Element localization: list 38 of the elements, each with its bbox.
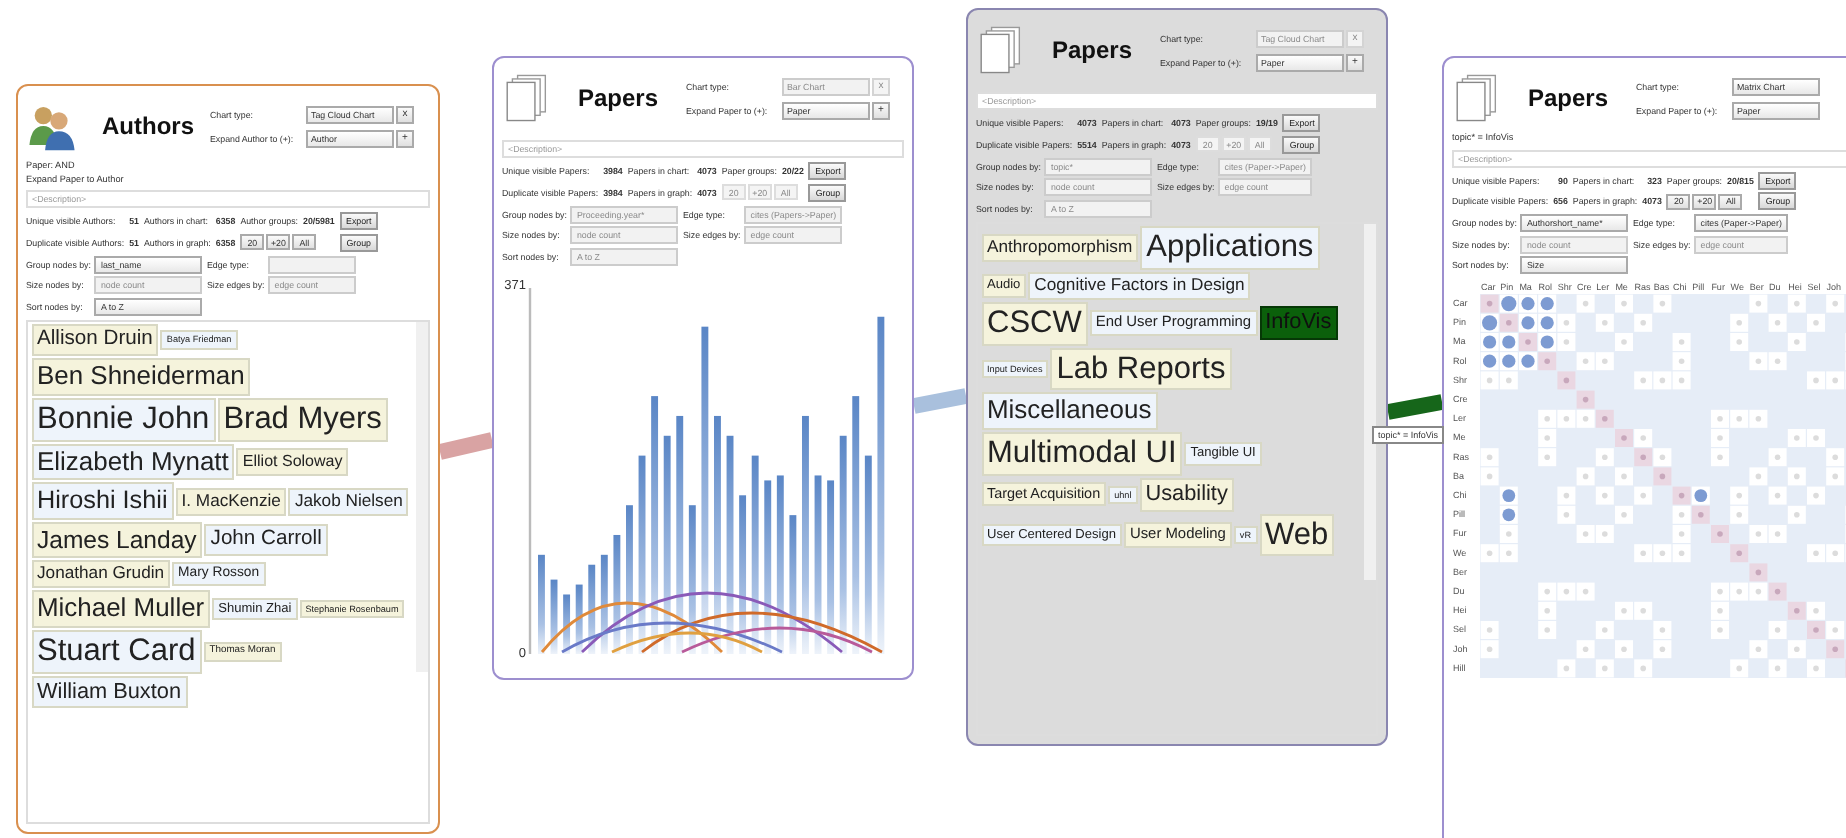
tag[interactable]: William Buxton	[31, 675, 188, 709]
scrollbar[interactable]	[416, 321, 428, 672]
tag[interactable]: Stuart Card	[31, 629, 202, 674]
bar	[600, 553, 608, 653]
tag[interactable]: Allison Druin	[31, 324, 159, 356]
panel-title: Papers	[578, 84, 661, 112]
bar	[538, 553, 545, 653]
tag[interactable]: Michael Muller	[31, 589, 211, 628]
panel-title: Authors	[102, 112, 196, 140]
tag[interactable]: Miscellaneous	[981, 392, 1158, 431]
panel-title: Papers	[1528, 84, 1611, 112]
tag[interactable]: Web	[1259, 513, 1335, 557]
tag[interactable]: Jakob Nielsen	[288, 487, 409, 516]
tag[interactable]: Elliot Soloway	[236, 448, 349, 476]
bar	[575, 583, 583, 653]
scrollbar[interactable]	[1364, 223, 1376, 581]
bar	[789, 514, 797, 653]
tag[interactable]: John Carroll	[204, 524, 328, 556]
tag[interactable]: Anthropomorphism	[981, 233, 1139, 262]
panel-title: Papers	[1052, 36, 1135, 64]
tag[interactable]: CSCW	[981, 301, 1088, 345]
bar	[588, 563, 596, 653]
tag[interactable]: Cognitive Factors in Design	[1028, 271, 1251, 300]
tag[interactable]: Jonathan Grudin	[31, 560, 171, 588]
tag[interactable]: Hiroshi Ishii	[31, 482, 174, 520]
tag[interactable]: Brad Myers	[217, 397, 388, 442]
bar	[563, 593, 571, 653]
bar	[550, 578, 558, 653]
tag[interactable]: Applications	[1140, 226, 1320, 270]
tag[interactable]: Ben Shneiderman	[31, 357, 251, 396]
tag[interactable]: Elizabeth Mynatt	[31, 443, 235, 481]
tag[interactable]: James Landay	[31, 522, 203, 559]
tag[interactable]: Lab Reports	[1050, 347, 1232, 391]
tag[interactable]: I. MacKenzie	[175, 487, 287, 516]
tag[interactable]: Usability	[1139, 478, 1234, 512]
tag[interactable]: Multimodal UI	[981, 432, 1183, 477]
bar	[613, 533, 621, 653]
tag[interactable]: Bonnie John	[31, 397, 216, 442]
